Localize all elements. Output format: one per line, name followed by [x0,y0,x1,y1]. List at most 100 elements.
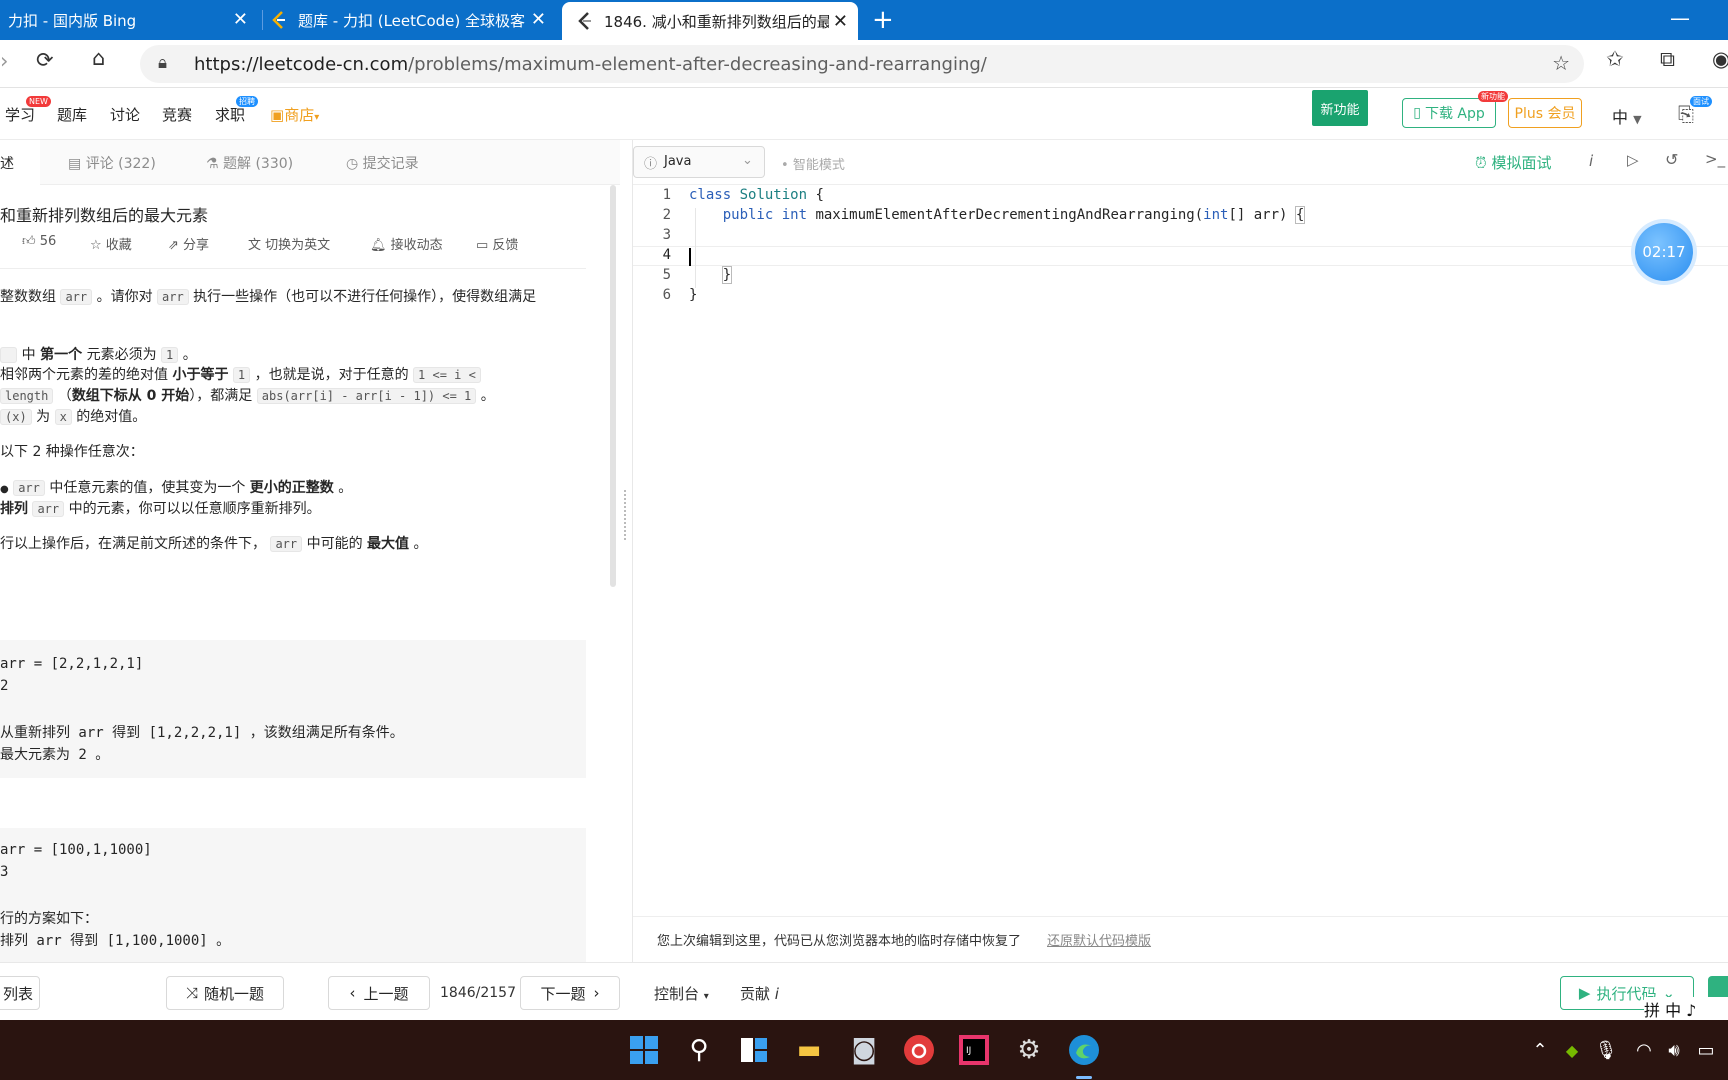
browser-tab-problemset[interactable]: 题库 - 力扣 (LeetCode) 全球极客 ✕ [270,0,556,40]
console-toggle[interactable]: 控制台 ▾ [654,983,709,1004]
nav-discuss[interactable]: 讨论 [110,104,140,125]
comment-icon: ▤ [68,156,86,172]
active-app-indicator [1076,1076,1092,1079]
minimize-icon[interactable]: — [1670,6,1690,30]
problem-counter: 1846/2157 [440,985,516,1001]
add-favorite-icon[interactable]: ☆ [1552,51,1570,75]
line-number: 3 [662,227,671,243]
translate-icon: 文 [248,238,266,253]
code-line[interactable]: public int maximumElementAfterDecrementi… [689,206,1306,224]
file-explorer-icon[interactable]: ▬ [789,1030,829,1070]
random-problem-button[interactable]: ⤨ 随机一题 [166,976,284,1010]
like-button[interactable]: 👍︎ 56 [22,234,56,249]
line-number: 6 [662,287,671,303]
clock-icon: ◷ [346,156,363,172]
nav-problemset[interactable]: 题库 [57,104,87,125]
run-icon[interactable]: ▷ [1627,151,1639,169]
resize-handle[interactable] [624,490,628,540]
favorites-icon[interactable]: ✩ [1606,47,1624,71]
settings-gear-icon[interactable]: ⚙ [1009,1030,1049,1070]
info-button[interactable]: i [1589,152,1593,170]
smart-mode-toggle[interactable]: • 智能模式 [781,154,845,173]
text-cursor [689,248,691,266]
leetcode-logo-icon [270,11,288,29]
line-number: 2 [662,207,671,223]
code-line[interactable]: } [689,287,697,303]
example-1: arr = [2,2,1,2,1] 2 从重新排列 arr 得到 [1,2,2,… [0,640,586,778]
timer-bubble[interactable]: 02:17 [1635,223,1693,281]
close-icon[interactable]: ✕ [531,9,546,30]
terminal-icon[interactable]: >_ [1705,150,1725,168]
switch-english-button[interactable]: 文 切换为英文 [248,234,330,253]
tab-description[interactable]: 述 [0,153,14,173]
info-icon: ⓘ [644,157,658,172]
contribute-button[interactable]: 贡献 i [740,983,779,1004]
refresh-icon[interactable]: ⟳ [36,48,54,72]
rule-line: length （数组下标从 0 开始），都满足 abs(arr[i] - arr… [0,385,495,405]
phone-icon: ▯ [1413,105,1421,121]
restore-default-link[interactable]: 还原默认代码模版 [1047,930,1151,949]
battery-icon[interactable]: ▭ [1686,1030,1726,1070]
netease-music-icon[interactable] [899,1030,939,1070]
favorite-button[interactable]: ☆ 收藏 [90,234,132,253]
ime-indicator[interactable]: 拼 中 ♪ [1644,997,1728,1020]
flask-icon: ⚗ [206,156,224,172]
prev-problem-button[interactable]: ‹ 上一题 [328,976,430,1010]
share-button[interactable]: ⇗ 分享 [168,234,209,253]
op-line: 排列 arr 中的元素，你可以以任意顺序重新排列。 [0,501,321,517]
plus-member-button[interactable]: Plus 会员 [1508,98,1582,128]
subscribe-button[interactable]: 🔔︎ 接收动态 [370,234,443,253]
reset-icon[interactable]: ↺ [1665,150,1678,169]
lock-icon[interactable]: 🔒︎ [158,53,167,73]
microphone-icon[interactable]: 🎙︎ [1586,1030,1626,1070]
close-icon[interactable]: ✕ [828,11,848,32]
final-line: 行以上操作后，在满足前文所述的条件下， arr 中可能的 最大值 。 [0,536,428,552]
tab-title: 题库 - 力扣 (LeetCode) 全球极客 [298,11,526,30]
nav-jobs[interactable]: 求职 [215,104,245,125]
line-number: 4 [662,247,671,263]
scrollbar[interactable] [610,185,616,587]
windows-taskbar: ⚲ ▬ ◙ IJ ⚙ ⌃ ◆ 🎙︎ ◠ 🔊︎ ▭ [0,1020,1728,1080]
nav-learn[interactable]: 学习 [5,104,35,125]
start-icon[interactable] [624,1030,664,1070]
edge-browser-icon[interactable] [1064,1030,1104,1070]
intellij-icon[interactable]: IJ [954,1030,994,1070]
address-bar[interactable]: 🔒︎ https://leetcode-cn.com/problems/maxi… [140,45,1584,83]
language-select[interactable]: ⓘ Java ⌄ [633,146,765,178]
new-feature-banner[interactable]: 新功能 [1312,90,1368,126]
mock-interview-button[interactable]: ⏰︎ 模拟面试 [1475,152,1551,173]
browser-tab-bing[interactable]: 力扣 - 国内版 Bing ✕ [0,0,258,40]
search-icon[interactable]: ⚲ [679,1030,719,1070]
address-bar-row: › ⟳ ⌂ 🔒︎ https://leetcode-cn.com/problem… [0,40,1728,88]
feedback-button[interactable]: ▭ 反馈 [476,234,518,253]
collections-icon[interactable]: ⧉ [1660,47,1675,72]
camera-icon[interactable]: ◙ [844,1030,884,1070]
site-nav: 学习 NEW 题库 讨论 竞赛 求职 招聘 ▣商店▾ 新功能 ▯ 下载 App 新… [0,88,1728,140]
nav-contest[interactable]: 竞赛 [162,104,192,125]
next-problem-button[interactable]: 下一题 › [520,976,620,1010]
tab-comments[interactable]: ▤ 评论 (322) [68,153,156,173]
problem-list-button[interactable]: 列表 [0,976,40,1010]
widgets-icon[interactable] [734,1030,774,1070]
language-switch[interactable]: 中 ▼ [1612,104,1642,128]
download-app-button[interactable]: ▯ 下载 App [1402,98,1496,128]
new-tab-icon[interactable]: + [872,5,894,35]
tab-submissions[interactable]: ◷ 提交记录 [346,153,419,173]
code-line[interactable]: class Solution { [689,187,824,203]
home-icon[interactable]: ⌂ [92,46,105,70]
tab-solutions[interactable]: ⚗ 题解 (330) [206,153,293,173]
url-text: https://leetcode-cn.com/problems/maximum… [194,54,987,75]
star-icon: ☆ [90,238,106,253]
problem-panel: 述 ▤ 评论 (322) ⚗ 题解 (330) ◷ 提交记录 和重新排列数组后的… [0,140,626,962]
back-icon[interactable]: › [0,49,8,73]
desc-line: 整数数组 arr 。请你对 arr 执行一些操作（也可以不进行任何操作），使得数… [0,289,537,305]
editor-toolbar: ⓘ Java ⌄ • 智能模式 ⏰︎ 模拟面试 i ▷ ↺ >_ [633,140,1728,185]
interview-badge: 面试 [1690,96,1712,107]
code-editor: ⓘ Java ⌄ • 智能模式 ⏰︎ 模拟面试 i ▷ ↺ >_ 1 2 3 4… [632,140,1728,962]
close-icon[interactable]: ✕ [233,9,248,30]
restore-notice: 您上次编辑到这里，代码已从您浏览器本地的临时存储中恢复了 还原默认代码模版 [633,916,1728,962]
browser-tab-problem[interactable]: 1846. 减小和重新排列数组后的最 ✕ [562,2,858,40]
line-number: 1 [662,187,671,203]
nav-store[interactable]: ▣商店▾ [270,104,319,125]
profile-icon[interactable]: ◉ [1712,47,1728,71]
